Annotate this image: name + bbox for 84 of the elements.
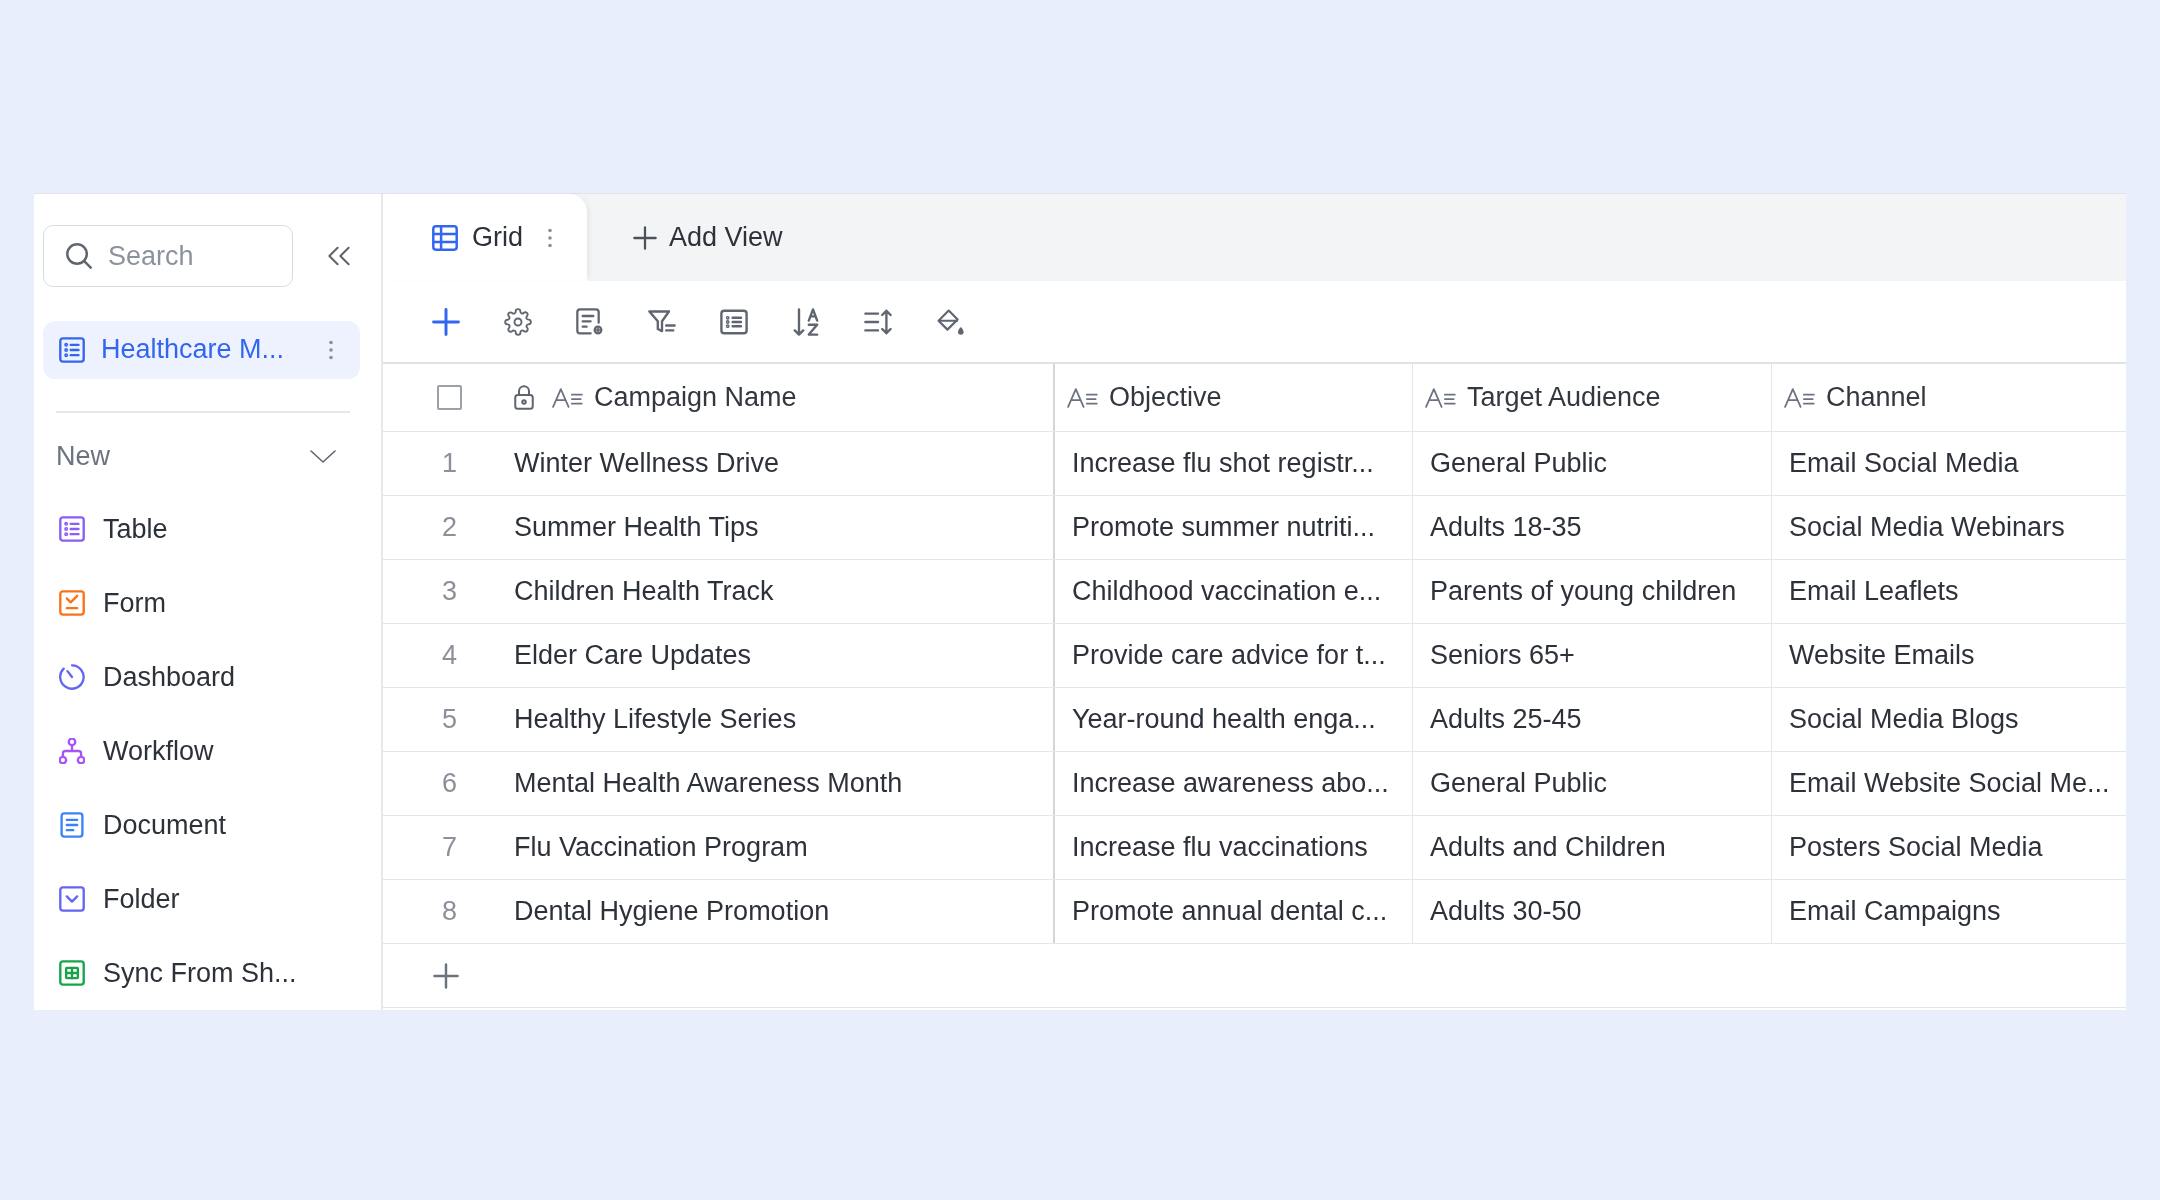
table-cell: Promote summer nutriti... <box>1055 496 1413 559</box>
gauge-icon <box>59 664 85 690</box>
sidebar-item[interactable]: Healthcare M... <box>43 321 360 379</box>
table-cell: Mental Health Awareness Month <box>500 752 1055 815</box>
table-cell: Provide care advice for t... <box>1055 624 1413 687</box>
table-cell: Parents of young children <box>1413 560 1772 623</box>
sidebar-item[interactable]: Folder <box>43 862 360 936</box>
row-number: 5 <box>442 704 457 735</box>
view-tab[interactable]: Grid <box>383 194 587 281</box>
row-number: 8 <box>442 896 457 927</box>
table-cell-text: Email Social Media <box>1788 447 2020 480</box>
table-cell: Childhood vaccination e... <box>1055 560 1413 623</box>
new-section-toggle[interactable]: New <box>56 434 336 478</box>
list-icon <box>59 336 85 363</box>
table-cell: Increase flu shot registr... <box>1055 432 1413 495</box>
sidebar-item[interactable]: Sync From Sh... <box>43 936 360 1010</box>
table-cell: Increase awareness abo... <box>1055 752 1413 815</box>
column-header: Channel <box>1826 382 1927 413</box>
table-cell: Adults 25-45 <box>1413 688 1772 751</box>
row-number: 2 <box>442 512 457 543</box>
add-icon[interactable] <box>432 307 460 336</box>
sidebar-item[interactable]: Table <box>43 492 360 566</box>
table-cell-text: Email Campaigns <box>1788 895 2002 928</box>
sidebar-item[interactable]: Form <box>43 566 360 640</box>
row-height-icon[interactable] <box>864 307 892 336</box>
table-cell: Adults and Children <box>1413 816 1772 879</box>
sidebar-item[interactable]: Workflow <box>43 714 360 788</box>
checklist-icon <box>59 590 85 616</box>
table-cell-text: Email Website Social Me... <box>1788 767 2111 800</box>
column-header: Objective <box>1109 382 1222 413</box>
table-cell: Flu Vaccination Program <box>500 816 1055 879</box>
table-cell-text: Website Emails <box>1788 639 1976 672</box>
row-number: 4 <box>442 640 457 671</box>
sidebar-item[interactable]: Document <box>43 788 360 862</box>
row-number: 7 <box>442 832 457 863</box>
list-icon[interactable] <box>720 307 748 336</box>
column-header: Target Audience <box>1467 382 1661 413</box>
grid-icon <box>432 224 458 251</box>
table-cell: Children Health Track <box>500 560 1055 623</box>
table-cell: Winter Wellness Drive <box>500 432 1055 495</box>
text-type-icon <box>1067 387 1099 408</box>
table-cell: General Public <box>1413 432 1772 495</box>
table-cell-text: Social Media Blogs <box>1788 703 2020 736</box>
chevron-icon <box>310 449 336 463</box>
table-cell: Dental Hygiene Promotion <box>500 880 1055 943</box>
settings-icon[interactable] <box>504 307 532 336</box>
table-cell: Adults 18-35 <box>1413 496 1772 559</box>
row-number: 3 <box>442 576 457 607</box>
document-icon <box>59 812 85 838</box>
table-cell: Summer Health Tips <box>500 496 1055 559</box>
table-cell: Elder Care Updates <box>500 624 1055 687</box>
row-number: 6 <box>442 768 457 799</box>
list-icon <box>59 516 85 542</box>
table-cell: Healthy Lifestyle Series <box>500 688 1055 751</box>
table-cell: Promote annual dental c... <box>1055 880 1413 943</box>
flowchart-icon <box>59 738 85 764</box>
document-gear-icon[interactable] <box>576 307 604 336</box>
table-cell: Seniors 65+ <box>1413 624 1772 687</box>
more-icon[interactable] <box>547 226 553 249</box>
table-cell: General Public <box>1413 752 1772 815</box>
add-row-icon[interactable] <box>433 962 459 989</box>
plus-icon <box>633 225 657 250</box>
paint-bucket-icon[interactable] <box>936 307 964 336</box>
chevron-square-icon <box>59 886 85 912</box>
table-cell: Increase flu vaccinations <box>1055 816 1413 879</box>
row-number: 1 <box>442 448 457 479</box>
more-icon[interactable] <box>328 338 334 361</box>
search-icon <box>66 243 92 269</box>
table-cell: Adults 30-50 <box>1413 880 1772 943</box>
search-field[interactable]: Search <box>43 225 293 287</box>
table-cell-text: Posters Social Media <box>1788 831 2044 864</box>
table-cell-text: Social Media Webinars <box>1788 511 2066 544</box>
text-type-icon <box>552 387 584 408</box>
add-view-button[interactable]: Add View <box>633 194 783 281</box>
sidebar-item[interactable]: Dashboard <box>43 640 360 714</box>
table-cell: Year-round health enga... <box>1055 688 1413 751</box>
checkbox[interactable] <box>437 385 462 410</box>
sort-icon[interactable] <box>792 307 820 336</box>
table-cell-text: Email Leaflets <box>1788 575 1960 608</box>
column-header: Campaign Name <box>594 382 797 413</box>
collapse-icon[interactable] <box>328 246 350 266</box>
text-type-icon <box>1425 387 1457 408</box>
spreadsheet-icon <box>59 960 85 986</box>
text-type-icon <box>1784 387 1816 408</box>
